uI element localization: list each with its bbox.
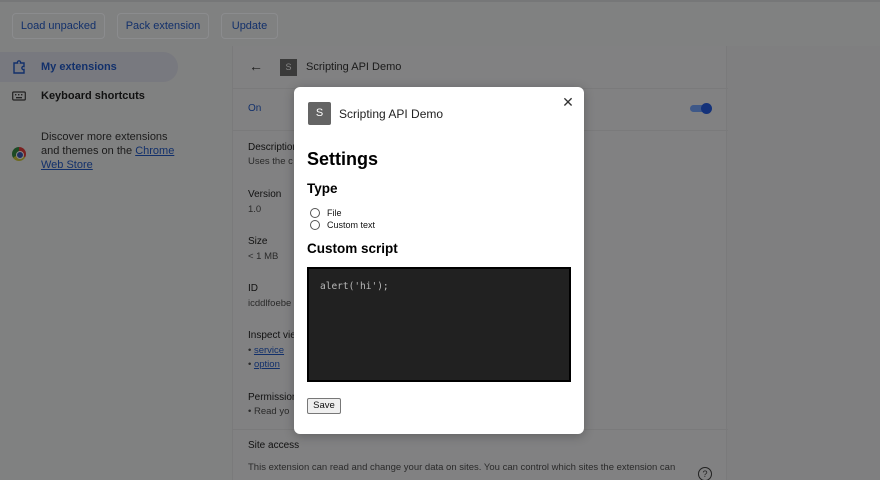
- settings-heading: Settings: [307, 149, 379, 169]
- back-arrow-icon[interactable]: ←: [249, 58, 263, 74]
- description-value: Uses the c: [248, 156, 293, 167]
- toggle-knob: [701, 103, 712, 114]
- toolbar: Load unpacked Pack extension Update: [0, 0, 880, 46]
- sidebar-item-keyboard-shortcuts[interactable]: Keyboard shortcuts: [0, 81, 178, 111]
- id-label: ID: [248, 283, 258, 294]
- radio-button[interactable]: [310, 208, 320, 218]
- sidebar-item-my-extensions[interactable]: My extensions: [0, 52, 178, 82]
- version-value: 1.0: [248, 204, 262, 215]
- inspect-views-label: Inspect vie: [248, 330, 296, 341]
- extension-avatar: S: [308, 102, 331, 125]
- inspect-link-row: • service: [248, 345, 285, 356]
- description-label: Description: [248, 142, 299, 153]
- settings-dialog: S Scripting API Demo ✕ Settings Type Fil…: [294, 87, 584, 434]
- load-unpacked-button[interactable]: Load unpacked: [12, 13, 105, 39]
- sidebar-item-label: Keyboard shortcuts: [41, 90, 145, 102]
- sidebar-item-label: My extensions: [41, 61, 117, 73]
- script-editor: alert('hi');: [307, 267, 571, 382]
- pack-extension-button[interactable]: Pack extension: [117, 13, 209, 39]
- close-icon[interactable]: ✕: [562, 95, 574, 109]
- permissions-label: Permission: [248, 392, 298, 403]
- chrome-web-store-icon: [12, 147, 26, 161]
- enable-toggle[interactable]: [688, 102, 712, 114]
- version-label: Version: [248, 189, 282, 200]
- save-button[interactable]: Save: [307, 398, 341, 414]
- radio-label: Custom text: [327, 220, 376, 230]
- script-textarea[interactable]: alert('hi');: [309, 269, 569, 380]
- site-access-text: This extension can read and change your …: [248, 462, 676, 473]
- radio-button[interactable]: [310, 220, 320, 230]
- extension-name: Scripting API Demo: [306, 61, 402, 73]
- id-value: icddlfoebe: [248, 298, 292, 309]
- site-access-label: Site access: [248, 440, 300, 451]
- keyboard-icon: [12, 91, 26, 101]
- on-label: On: [248, 103, 262, 114]
- service-worker-link[interactable]: service: [254, 345, 284, 356]
- custom-script-heading: Custom script: [307, 241, 398, 256]
- inspect-link-row: • option: [248, 359, 280, 370]
- puzzle-icon: [13, 60, 25, 74]
- size-label: Size: [248, 236, 268, 247]
- permission-item: • Read yo: [248, 406, 290, 417]
- size-value: < 1 MB: [248, 251, 279, 262]
- radio-label: File: [327, 208, 342, 218]
- discover-text: Discover more extensions and themes on t…: [41, 130, 181, 172]
- update-button[interactable]: Update: [221, 13, 278, 39]
- permission-text: Read yo: [253, 406, 290, 417]
- extension-icon: S: [280, 59, 297, 76]
- dialog-title: Scripting API Demo: [339, 107, 444, 121]
- options-link[interactable]: option: [254, 359, 280, 370]
- help-icon[interactable]: ?: [698, 467, 712, 480]
- type-heading: Type: [307, 181, 338, 196]
- sidebar: My extensions Keyboard shortcuts Discove…: [0, 46, 232, 480]
- toolbar-divider: [0, 0, 880, 2]
